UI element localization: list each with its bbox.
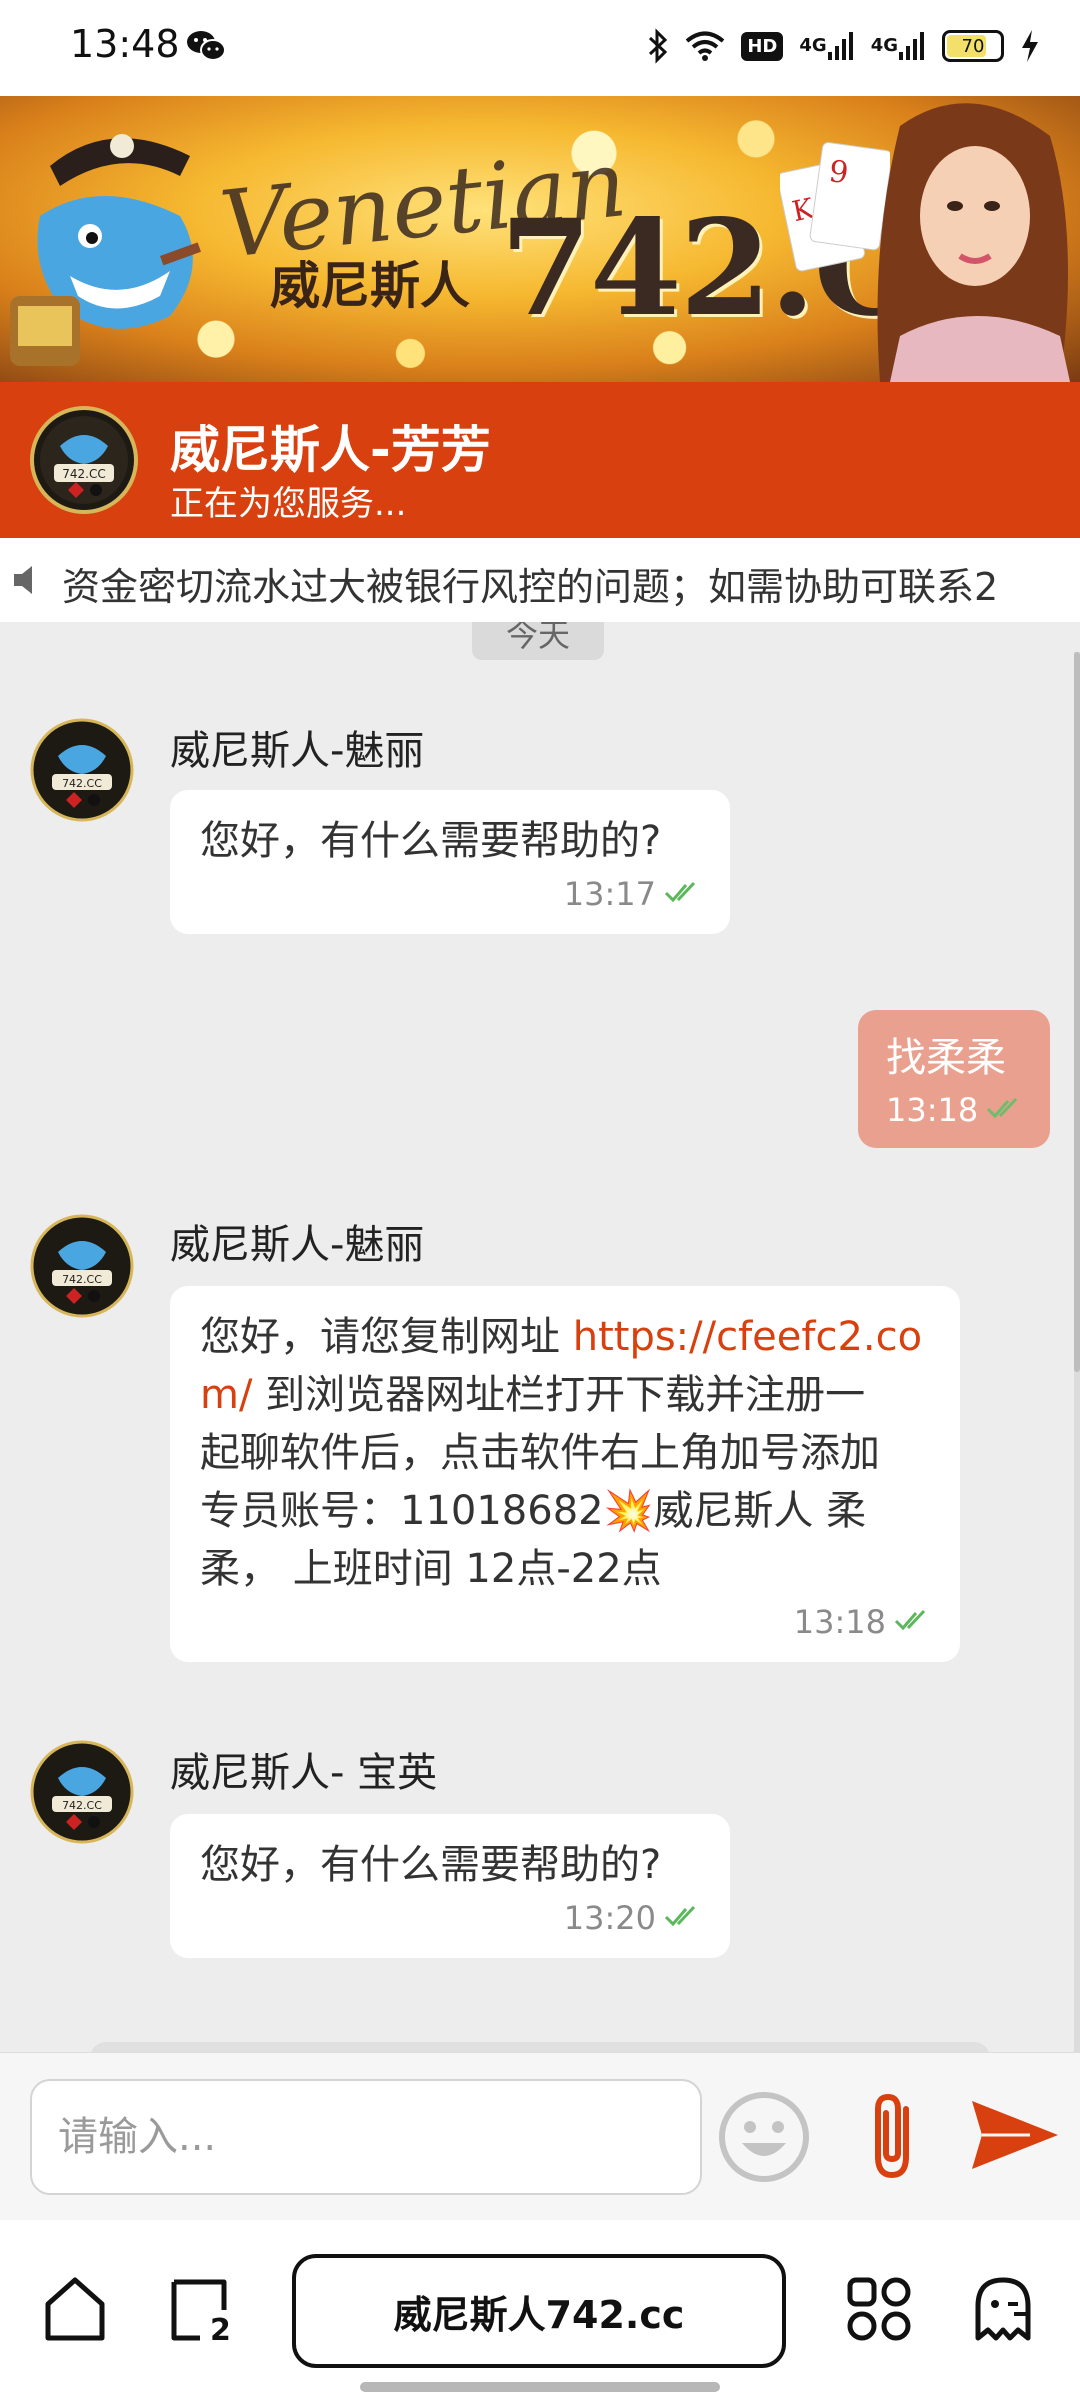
tabs-icon[interactable]: 2: [164, 2274, 234, 2348]
charging-icon: [1020, 26, 1040, 66]
pirate-shark-icon: [10, 106, 240, 380]
home-indicator[interactable]: [360, 2382, 720, 2392]
hd-badge: HD: [741, 26, 784, 66]
double-check-icon: [664, 1898, 700, 1938]
model-illustration: [860, 96, 1080, 382]
bluetooth-icon: [647, 26, 669, 66]
message-text: 您好，有什么需要帮助的?: [200, 1842, 662, 1888]
double-check-icon: [664, 874, 700, 914]
ghost-icon[interactable]: [968, 2274, 1038, 2348]
message-time: 13:20: [563, 1899, 656, 1937]
message-time: 13:17: [563, 875, 656, 913]
message-time: 13:18: [886, 1091, 979, 1129]
url-bar[interactable]: 威尼斯人742.cc: [292, 2254, 786, 2368]
agent-avatar[interactable]: 742.CC: [30, 406, 138, 514]
message-meta: 13:18: [886, 1090, 1022, 1130]
promo-banner: Venetian 威尼斯人 742.CC K 9: [0, 96, 1080, 382]
message-link-cont[interactable]: m/: [200, 1372, 252, 1418]
apps-grid-icon[interactable]: [844, 2274, 914, 2348]
banner-chinese-text: 威尼斯人: [270, 257, 470, 315]
double-check-icon: [986, 1090, 1022, 1130]
svg-text:742.CC: 742.CC: [62, 777, 102, 790]
wechat-icon: [186, 28, 226, 68]
message-link[interactable]: https://cfeefc2.co: [573, 1314, 922, 1360]
chat-header: 742.CC 威尼斯人-芳芳 正在为您服务...: [0, 382, 1080, 538]
sender-name: 威尼斯人-魅丽: [170, 728, 425, 774]
announcement-text: 资金密切流水过大被银行风控的问题；如需协助可联系2: [62, 565, 999, 609]
svg-text:2: 2: [210, 2313, 231, 2344]
svg-text:742.CC: 742.CC: [62, 467, 105, 481]
message-meta: 13:18: [200, 1602, 930, 1642]
send-icon[interactable]: [970, 2099, 1060, 2175]
message-bubble-outgoing[interactable]: 找柔柔 13:18: [858, 1010, 1051, 1148]
svg-text:742.CC: 742.CC: [62, 1799, 102, 1812]
svg-text:742.CC: 742.CC: [62, 1273, 102, 1286]
status-bar: 13:48 HD 4G 4G 70: [0, 0, 1080, 96]
speaker-icon: [10, 562, 50, 602]
sender-name: 威尼斯人- 宝英: [170, 1750, 438, 1796]
scrollbar-thumb[interactable]: [1074, 652, 1080, 1372]
message-meta: 13:20: [200, 1898, 700, 1938]
agent-name: 威尼斯人-芳芳: [170, 421, 491, 479]
message-input-bar: [0, 2052, 1080, 2220]
message-text: 您好，有什么需要帮助的?: [200, 818, 662, 864]
sender-name: 威尼斯人-魅丽: [170, 1222, 425, 1268]
signal-icon-2: 4G: [871, 26, 926, 66]
message-text: 找柔柔: [886, 1035, 1006, 1081]
signal-icon: 4G: [799, 26, 854, 66]
paperclip-icon[interactable]: [856, 2087, 928, 2191]
date-separator: 今天: [472, 622, 604, 660]
browser-toolbar: 2 威尼斯人742.cc: [0, 2220, 1080, 2400]
emoji-icon[interactable]: [716, 2089, 812, 2189]
agent-avatar-small[interactable]: 742.CC: [30, 1214, 134, 1318]
message-text: 您好，请您复制网址 https://cfeefc2.co m/ 到浏览器网址栏打…: [200, 1314, 923, 1592]
double-check-icon: [894, 1602, 930, 1642]
status-time: 13:48: [70, 22, 180, 66]
message-bubble[interactable]: 您好，请您复制网址 https://cfeefc2.co m/ 到浏览器网址栏打…: [170, 1286, 960, 1662]
announcement-marquee: 资金密切流水过大被银行风控的问题；如需协助可联系2: [0, 538, 1080, 622]
partial-bubble: [90, 2042, 990, 2052]
message-time: 13:18: [793, 1603, 886, 1641]
wifi-icon: [685, 26, 725, 66]
status-icons: HD 4G 4G 70: [647, 26, 1040, 66]
message-bubble[interactable]: 您好，有什么需要帮助的? 13:20: [170, 1814, 730, 1958]
agent-avatar-small[interactable]: 742.CC: [30, 1740, 134, 1844]
chat-messages[interactable]: 今天 742.CC 威尼斯人-魅丽 您好，有什么需要帮助的? 13:17 找柔柔…: [0, 622, 1080, 2052]
message-bubble[interactable]: 您好，有什么需要帮助的? 13:17: [170, 790, 730, 934]
home-icon[interactable]: [40, 2274, 110, 2348]
message-input[interactable]: [30, 2079, 702, 2195]
agent-status: 正在为您服务...: [170, 484, 407, 524]
message-meta: 13:17: [200, 874, 700, 914]
agent-avatar-small[interactable]: 742.CC: [30, 718, 134, 822]
battery-icon: 70: [942, 30, 1004, 62]
